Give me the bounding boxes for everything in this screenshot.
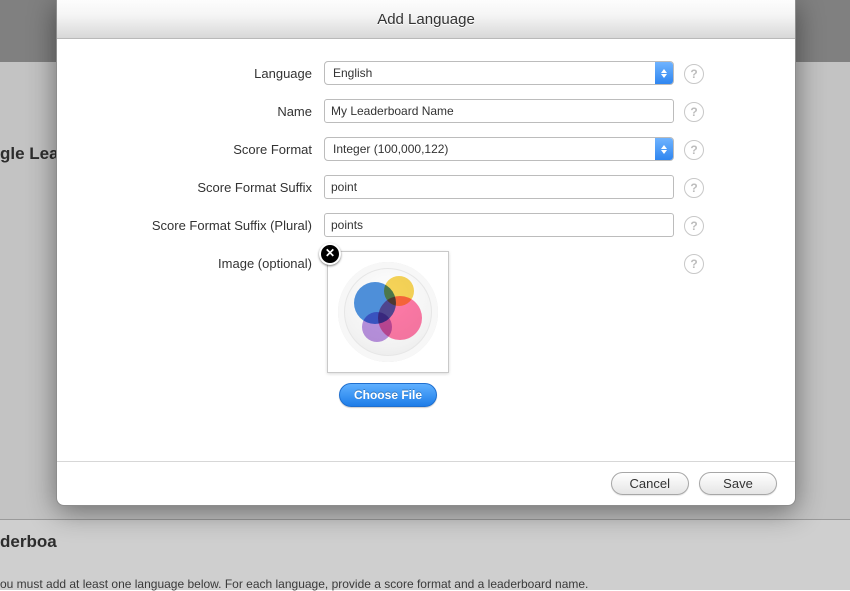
gamecenter-icon xyxy=(338,262,438,362)
help-icon[interactable]: ? xyxy=(684,254,704,274)
label-language: Language xyxy=(87,61,324,81)
score-format-select-value: Integer (100,000,122) xyxy=(325,142,655,156)
image-preview: ✕ xyxy=(327,251,449,373)
add-language-dialog: Add Language Language English ? Name xyxy=(56,0,796,506)
row-language: Language English ? xyxy=(87,61,765,85)
dialog-title: Add Language xyxy=(57,0,795,39)
label-suffix: Score Format Suffix xyxy=(87,175,324,195)
label-name: Name xyxy=(87,99,324,119)
dialog-footer: Cancel Save xyxy=(57,461,795,505)
help-icon[interactable]: ? xyxy=(684,140,704,160)
language-select[interactable]: English xyxy=(324,61,674,85)
label-suffix-plural: Score Format Suffix (Plural) xyxy=(87,213,324,233)
row-suffix-plural: Score Format Suffix (Plural) ? xyxy=(87,213,765,237)
updown-caret-icon xyxy=(655,62,673,84)
background-section-title: derboa xyxy=(0,532,850,552)
row-image: Image (optional) ✕ Choose File xyxy=(87,251,765,407)
choose-file-button[interactable]: Choose File xyxy=(339,383,437,407)
help-icon[interactable]: ? xyxy=(684,216,704,236)
row-suffix: Score Format Suffix ? xyxy=(87,175,765,199)
label-image: Image (optional) xyxy=(87,251,324,271)
dialog-body: Language English ? Name ? xyxy=(57,39,795,461)
suffix-input[interactable] xyxy=(324,175,674,199)
row-name: Name ? xyxy=(87,99,765,123)
label-score-format: Score Format xyxy=(87,137,324,157)
language-select-value: English xyxy=(325,66,655,80)
help-icon[interactable]: ? xyxy=(684,102,704,122)
score-format-select[interactable]: Integer (100,000,122) xyxy=(324,137,674,161)
suffix-plural-input[interactable] xyxy=(324,213,674,237)
remove-image-icon[interactable]: ✕ xyxy=(319,243,341,265)
updown-caret-icon xyxy=(655,138,673,160)
background-hint-text: ou must add at least one language below.… xyxy=(0,577,588,591)
help-icon[interactable]: ? xyxy=(684,64,704,84)
name-input[interactable] xyxy=(324,99,674,123)
help-icon[interactable]: ? xyxy=(684,178,704,198)
cancel-button[interactable]: Cancel xyxy=(611,472,689,495)
row-score-format: Score Format Integer (100,000,122) ? xyxy=(87,137,765,161)
save-button[interactable]: Save xyxy=(699,472,777,495)
